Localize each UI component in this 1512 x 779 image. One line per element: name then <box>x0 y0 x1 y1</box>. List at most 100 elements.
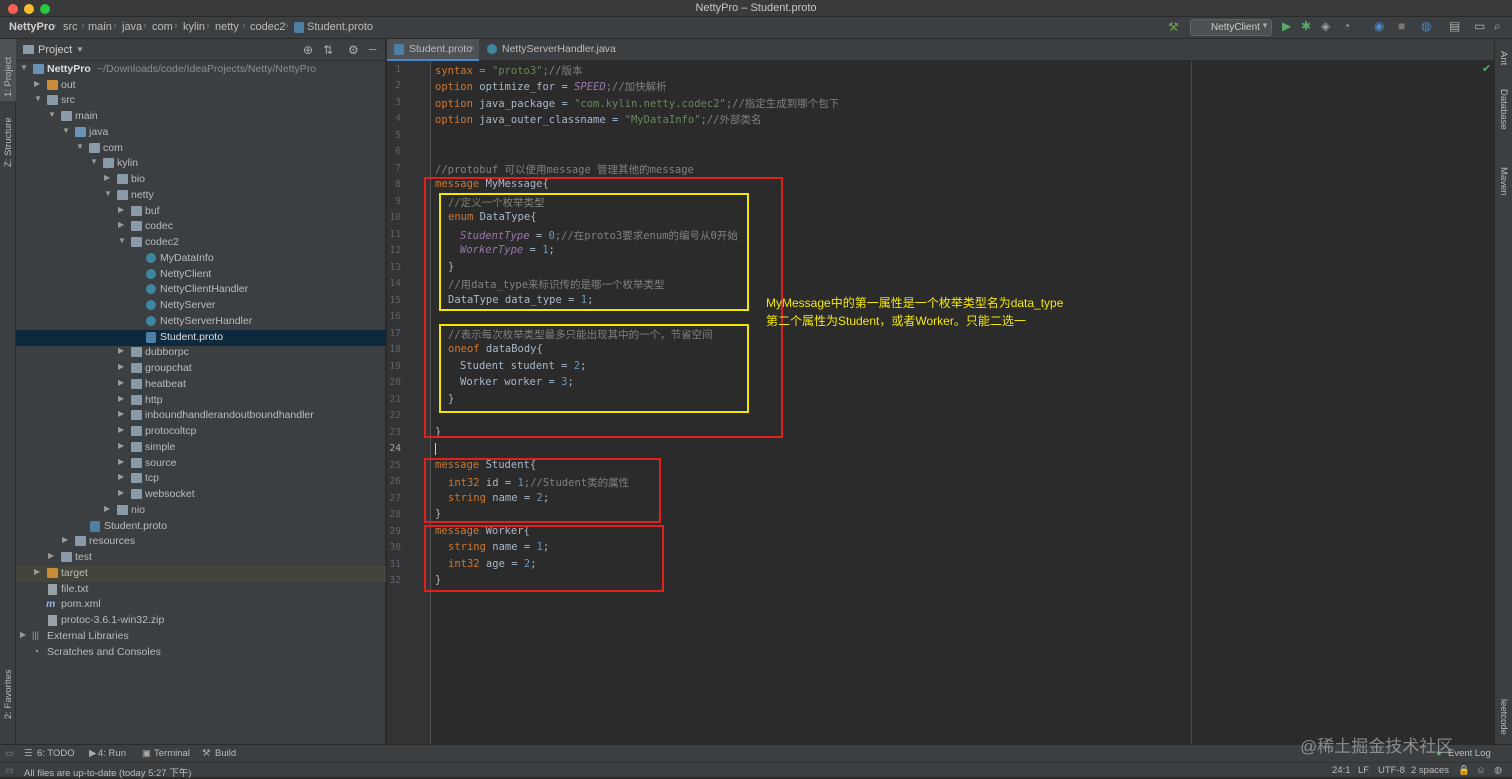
tree-item-protocoltcp[interactable]: ▶ protocoltcp <box>16 424 386 440</box>
tree-item-student-proto-selected[interactable]: Student.proto <box>16 330 386 346</box>
tree-item-nettyserver[interactable]: NettyServer <box>16 298 386 314</box>
favorites-tool-button[interactable]: 2: Favorites <box>3 669 14 719</box>
tree-item-codec2[interactable]: ▼ codec2 <box>16 235 386 251</box>
locate-icon[interactable]: ⊕ <box>303 43 313 57</box>
tree-item-protoc-zip[interactable]: protoc-3.6.1-win32.zip <box>16 613 386 629</box>
collapsed-arrow-icon[interactable]: ▶ <box>118 205 124 214</box>
tree-item-tcp[interactable]: ▶ tcp <box>16 471 386 487</box>
collapsed-arrow-icon[interactable]: ▶ <box>104 173 110 182</box>
tree-item-java[interactable]: ▼ java <box>16 125 386 141</box>
tree-item-kylin[interactable]: ▼ kylin <box>16 156 386 172</box>
expanded-arrow-icon[interactable]: ▼ <box>76 142 84 151</box>
collapsed-arrow-icon[interactable]: ▶ <box>118 220 124 229</box>
line-separator[interactable]: LF <box>1358 765 1369 776</box>
tree-item-codec[interactable]: ▶ codec <box>16 219 386 235</box>
expanded-arrow-icon[interactable]: ▼ <box>62 126 70 135</box>
hide-panel-icon[interactable]: – <box>369 41 376 56</box>
tree-item-groupchat[interactable]: ▶ groupchat <box>16 361 386 377</box>
tree-item-target[interactable]: ▶ target <box>16 566 386 582</box>
collapsed-arrow-icon[interactable]: ▶ <box>118 441 124 450</box>
structure-tool-button[interactable]: Z: Structure <box>3 117 14 167</box>
tree-item-http[interactable]: ▶ http <box>16 393 386 409</box>
breadcrumb-main[interactable]: main <box>88 21 112 33</box>
tree-item-pom-xml[interactable]: m pom.xml <box>16 597 386 613</box>
build-tool-button[interactable]: Build <box>215 748 236 759</box>
debug-icon[interactable]: ✱ <box>1301 19 1311 33</box>
close-tab-icon[interactable]: × <box>470 43 475 53</box>
settings-sync-icon[interactable]: ◍ <box>1421 19 1431 33</box>
collapsed-arrow-icon[interactable]: ▶ <box>118 394 124 403</box>
chevron-down-icon[interactable]: ▼ <box>76 45 84 54</box>
presentation-icon[interactable]: ▭ <box>1474 19 1485 33</box>
breadcrumb-java[interactable]: java <box>122 21 142 33</box>
collapsed-arrow-icon[interactable]: ▶ <box>118 472 124 481</box>
tree-item-test[interactable]: ▶ test <box>16 550 386 566</box>
tree-item-nio[interactable]: ▶ nio <box>16 503 386 519</box>
tree-item-nettyclient[interactable]: NettyClient <box>16 267 386 283</box>
collapsed-arrow-icon[interactable]: ▶ <box>48 551 54 560</box>
breadcrumb-src[interactable]: src <box>63 21 78 33</box>
breadcrumb-com[interactable]: com <box>152 21 173 33</box>
update-icon[interactable]: ◉ <box>1374 19 1384 33</box>
run-icon[interactable]: ▶ <box>1282 19 1291 33</box>
tree-item-scratches[interactable]: ◔ Scratches and Consoles <box>16 645 386 661</box>
close-tab-icon[interactable]: × <box>601 43 606 53</box>
collapsed-arrow-icon[interactable]: ▶ <box>62 535 68 544</box>
tree-item-out[interactable]: ▶ out <box>16 78 386 94</box>
tree-item-external-libraries[interactable]: ▶ ||| External Libraries <box>16 629 386 645</box>
tree-item-dubborpc[interactable]: ▶ dubborpc <box>16 345 386 361</box>
tree-item-heatbeat[interactable]: ▶ heatbeat <box>16 377 386 393</box>
hammer-build-icon[interactable]: ⚒ <box>1168 20 1179 34</box>
file-encoding[interactable]: UTF-8 <box>1378 765 1405 776</box>
project-structure-icon[interactable]: ▤ <box>1449 19 1460 33</box>
collapsed-arrow-icon[interactable]: ▶ <box>118 409 124 418</box>
expanded-arrow-icon[interactable]: ▼ <box>118 236 126 245</box>
tree-item-student-proto-root[interactable]: Student.proto <box>16 519 386 535</box>
tab-nettyserverhandler[interactable]: NettyServerHandler.java × <box>480 39 616 61</box>
gear-icon[interactable]: ⚙ <box>348 43 359 57</box>
tree-item-inboundhandler[interactable]: ▶ inboundhandlerandoutboundhandler <box>16 408 386 424</box>
terminal-tool-button[interactable]: Terminal <box>154 748 190 759</box>
tree-item-resources[interactable]: ▶ resources <box>16 534 386 550</box>
tree-item-main[interactable]: ▼ main <box>16 109 386 125</box>
collapsed-arrow-icon[interactable]: ▶ <box>104 504 110 513</box>
memory-icon[interactable]: ◍ <box>1494 765 1502 776</box>
tree-item-bio[interactable]: ▶ bio <box>16 172 386 188</box>
tree-item-simple[interactable]: ▶ simple <box>16 440 386 456</box>
project-view-selector[interactable]: Project <box>38 44 72 56</box>
coverage-icon[interactable]: ◈ <box>1321 19 1330 33</box>
stop-icon[interactable]: ■ <box>1398 19 1405 33</box>
expanded-arrow-icon[interactable]: ▼ <box>20 63 28 72</box>
collapsed-arrow-icon[interactable]: ▶ <box>34 79 40 88</box>
database-tool-button[interactable]: Database <box>1498 89 1509 130</box>
collapsed-arrow-icon[interactable]: ▶ <box>118 425 124 434</box>
event-log-button[interactable]: Event Log <box>1448 748 1491 759</box>
collapsed-arrow-icon[interactable]: ▶ <box>34 567 40 576</box>
profile-icon[interactable]: ◔ <box>1343 19 1350 33</box>
lock-icon[interactable]: 🔒 <box>1458 765 1470 776</box>
ant-tool-button[interactable]: Ant <box>1498 51 1509 65</box>
breadcrumb-netty[interactable]: netty <box>215 21 239 33</box>
leetcode-tool-button[interactable]: leetcode <box>1498 699 1509 735</box>
collapsed-arrow-icon[interactable]: ▶ <box>118 488 124 497</box>
expanded-arrow-icon[interactable]: ▼ <box>104 189 112 198</box>
search-icon[interactable]: ⌕ <box>1494 19 1501 34</box>
collapsed-arrow-icon[interactable]: ▶ <box>118 346 124 355</box>
collapsed-arrow-icon[interactable]: ▶ <box>118 362 124 371</box>
tab-student-proto[interactable]: Student.proto × <box>387 39 479 61</box>
caret-position[interactable]: 24:1 <box>1332 765 1351 776</box>
run-config-select[interactable]: NettyClient ▼ <box>1190 19 1272 36</box>
tree-item-nettyserverhandler[interactable]: NettyServerHandler <box>16 314 386 330</box>
tree-item-netty[interactable]: ▼ netty <box>16 188 386 204</box>
expanded-arrow-icon[interactable]: ▼ <box>90 157 98 166</box>
expanded-arrow-icon[interactable]: ▼ <box>34 94 42 103</box>
indent-setting[interactable]: 2 spaces <box>1411 765 1449 776</box>
tree-item-source[interactable]: ▶ source <box>16 456 386 472</box>
todo-tool-button[interactable]: 6: TODO <box>37 748 75 759</box>
expanded-arrow-icon[interactable]: ▼ <box>48 110 56 119</box>
inspector-icon[interactable]: ☺ <box>1476 765 1486 776</box>
run-tool-button[interactable]: 4: Run <box>98 748 126 759</box>
tree-item-websocket[interactable]: ▶ websocket <box>16 487 386 503</box>
tree-item-src[interactable]: ▼ src <box>16 93 386 109</box>
breadcrumb-codec2[interactable]: codec2 <box>250 21 285 33</box>
